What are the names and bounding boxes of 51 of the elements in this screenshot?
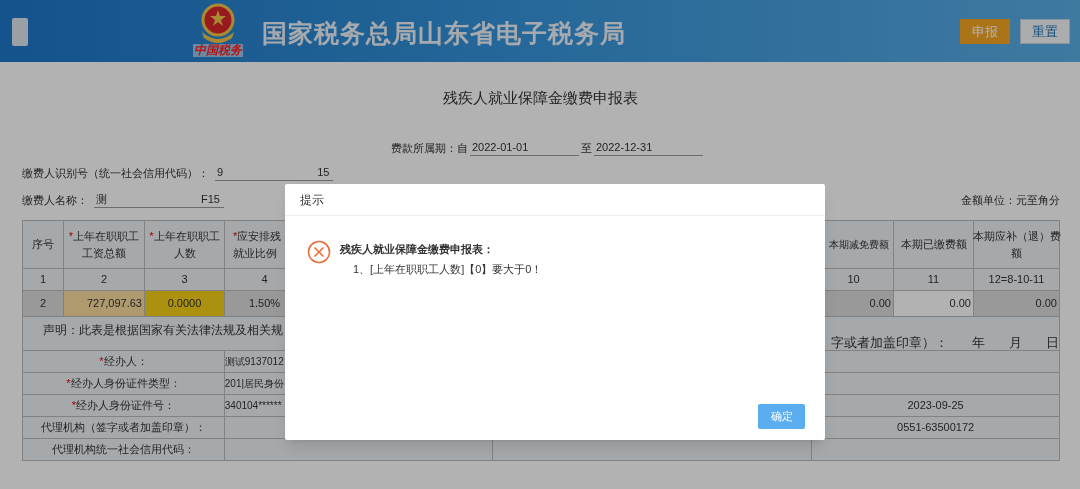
- field-value: 测试9137012: [224, 355, 284, 369]
- payer-id-field[interactable]: 9 15: [215, 163, 334, 181]
- unit-note: 金额单位：元至角分: [961, 192, 1060, 208]
- payer-name-label: 缴费人名称：: [22, 192, 88, 208]
- field-label: *经办人身份证件类型：: [66, 376, 181, 392]
- date-label: 月: [1009, 334, 1022, 352]
- column-header: *上年在职职工 人数: [149, 228, 220, 261]
- field-label: *经办人身份证件号：: [71, 398, 176, 414]
- value-input[interactable]: 0.00: [974, 291, 1060, 317]
- field-label: *经办人：: [99, 354, 148, 370]
- date-label: 日: [1046, 334, 1059, 352]
- form-title: 残疾人就业保障金缴费申报表: [441, 88, 639, 108]
- error-icon: [307, 240, 331, 264]
- signature-label: 字或者加盖印章）：: [831, 334, 948, 352]
- field-value: 340104******: [224, 399, 282, 413]
- value-input[interactable]: 0.0000: [145, 291, 225, 317]
- field-value: 201|居民身份: [224, 377, 285, 391]
- column-index: 4: [261, 272, 268, 288]
- field-label: 代理机构统一社会信用代码：: [51, 442, 195, 458]
- date-label: 年: [972, 334, 985, 352]
- reset-button[interactable]: 重置: [1020, 19, 1070, 44]
- declaration-text: 声明：此表是根据国家有关法律法规及相关规: [43, 322, 283, 339]
- period-start-field[interactable]: 2022-01-01: [470, 138, 579, 156]
- field-label: 代理机构（签字或者加盖印章）：: [40, 420, 206, 436]
- site-title: 国家税务总局山东省电子税务局: [262, 18, 626, 49]
- column-header: 本期已缴费额: [900, 237, 967, 252]
- column-index: 2: [100, 272, 108, 288]
- column-index: 3: [181, 272, 188, 288]
- period-end-field[interactable]: 2022-12-31: [594, 138, 703, 156]
- column-header: 本期减免费额: [829, 238, 889, 252]
- payer-id-label: 缴费人识别号（统一社会信用代码）：: [22, 165, 209, 181]
- menu-toggle-button[interactable]: [12, 18, 28, 46]
- column-header: *上年在职职工 工资总额: [68, 228, 140, 261]
- column-index: 12=8-10-11: [988, 272, 1045, 288]
- column-header: *应安排残 就业比例: [233, 228, 282, 261]
- column-header: 序号: [32, 237, 54, 252]
- field-value: 2023-09-25: [907, 398, 964, 414]
- dialog-heading: 残疾人就业保障金缴费申报表：: [340, 242, 495, 257]
- period-label: 费款所属期：自: [391, 140, 468, 156]
- column-header: 本期应补（退）费 额: [972, 228, 1061, 261]
- column-index: 1: [39, 272, 47, 288]
- period-to-label: 至: [581, 140, 592, 156]
- row-number: 2: [23, 291, 64, 317]
- value-input[interactable]: 0.00: [894, 291, 974, 317]
- column-index: 10: [847, 272, 860, 288]
- column-index: 11: [927, 272, 940, 288]
- value-input[interactable]: 727,097.63: [64, 291, 145, 317]
- payer-name-field[interactable]: 测 F15: [94, 190, 224, 208]
- dialog-message: 1、[上年在职职工人数]【0】要大于0！: [352, 262, 543, 277]
- dialog-title: 提示: [300, 191, 324, 209]
- field-value: 0551-63500172: [897, 420, 975, 436]
